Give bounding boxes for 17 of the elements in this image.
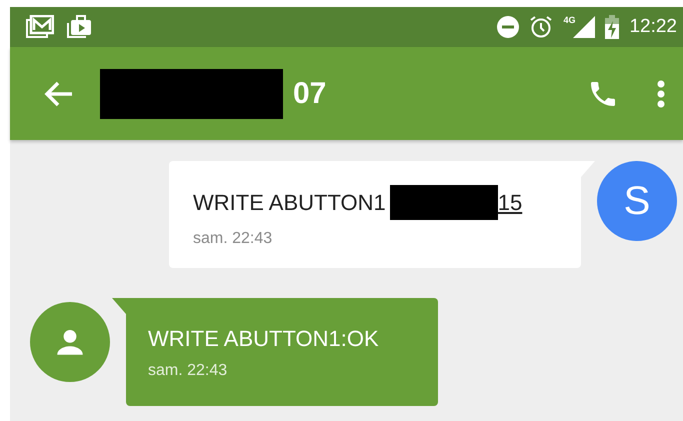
message-timestamp: sam. 22:43 — [193, 230, 274, 248]
message-timestamp: sam. 22:43 — [148, 362, 228, 380]
contact-avatar[interactable]: S — [597, 161, 677, 241]
mail-icon — [26, 15, 54, 39]
contact-name: 07 — [293, 76, 326, 110]
clock-time: 12:22 — [629, 16, 677, 38]
network-type-label: 4G — [563, 15, 576, 25]
briefcase-play-icon — [66, 15, 92, 39]
back-arrow-icon — [44, 80, 74, 106]
battery-charging-icon — [605, 15, 620, 39]
message-link[interactable]: 15 — [498, 190, 522, 216]
message-text: WRITE ABUTTON1:OK — [148, 326, 379, 352]
signal-icon — [573, 16, 596, 38]
alarm-clock-icon — [529, 15, 554, 39]
message-text: WRITE ABUTTON1 — [193, 190, 386, 216]
more-options-icon — [657, 80, 665, 108]
do-not-disturb-icon — [497, 16, 520, 38]
